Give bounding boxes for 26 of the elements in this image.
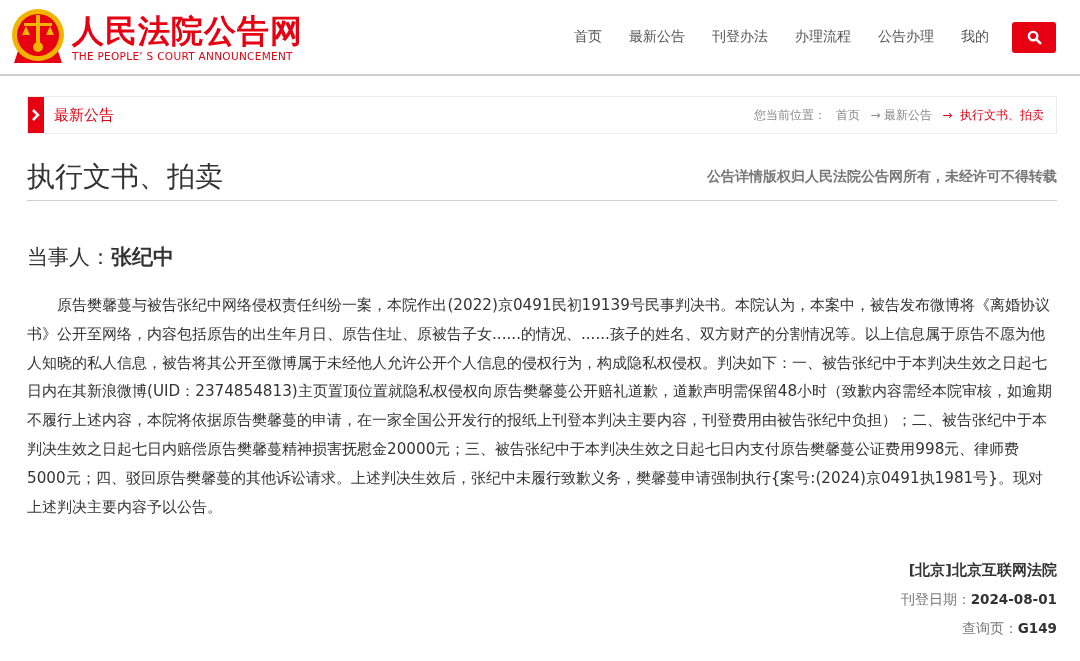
nav-link[interactable]: 首页 xyxy=(574,28,602,46)
search-button[interactable] xyxy=(1012,21,1056,53)
party-name: 张纪中 xyxy=(111,244,174,271)
court-name: [北京]北京互联网法院 xyxy=(908,561,1057,581)
notice-body: 原告樊馨蔓与被告张纪中网络侵权责任纠纷一案，本院作出(2022)京0491民初19139号民事判决书。本院认为，本案中，被告发布微博将《离婚协议书》公开至网络，内容包括原告的出生年月日、原告住址、原被告子女......的情况、......孩子的姓名、双方财产的分割情况等。以上信息属于原告不愿为他人知晓的私人信息，被告将其公开至微博属于未经他人允许公开个人信息的侵权行为，构成隐私权侵权。判决如下：一、被告张纪中于本判决生效之日起七日内在其新浪微博(UID：2374854813)主页置顶位置就隐私权侵权向原告樊馨蔓公开赔礼道歉，道歉声明需保留48小时（致歉内容需经本院审核，如逾期不履行上述内容，本院将依据原告樊馨蔓的申请，在一家全国公开发行的报纸上刊登本判决主要内容，刊登费用由被告张纪中负担）；二、被告张纪中于本判决生效之日起七日内赔偿原告樊馨蔓精神损害抚慰金20000元；三、被告张纪中于本判决生效之日起七日内支付原告樊馨蔓公证费用998元、律师费5000元；四、驳回原告樊馨蔓的其他诉讼请求。上述判决生效后，张纪中未履行致歉义务，樊馨蔓申请强制执行{案号:(2024)京0491执1981号}。现对上述判决主要内容予以公告。 xyxy=(27,295,1054,518)
nav-link[interactable]: 公告办理 xyxy=(878,28,934,46)
site-subtitle: THE PEOPLE’ S COURT ANNOUNCEMENT xyxy=(72,50,294,62)
copyright-notice: 公告详情版权归人民法院公告网所有，未经许可不得转载 xyxy=(707,168,1057,186)
location-label: 您当前位置： xyxy=(754,106,827,124)
meta-value: 2024-08-01 xyxy=(970,591,1057,610)
chevron-icon xyxy=(28,97,44,133)
breadcrumb-link[interactable]: 首页 xyxy=(836,106,861,124)
breadcrumb-link[interactable]: → 执行文书、拍卖 xyxy=(942,106,1044,124)
party-label: 当事人： xyxy=(27,244,111,271)
breadcrumb-link[interactable]: → 最新公告 xyxy=(870,106,933,124)
meta-label: 查询页： xyxy=(961,620,1018,639)
meta-label: 刊登日期： xyxy=(900,591,971,610)
meta-value: G149 xyxy=(1017,620,1057,639)
search-icon xyxy=(1026,29,1042,45)
nav-link[interactable]: 我的 xyxy=(961,28,989,46)
nav-link[interactable]: 办理流程 xyxy=(795,28,851,46)
nav-link[interactable]: 最新公告 xyxy=(629,28,685,46)
notice-category: 执行文书、拍卖 xyxy=(27,159,223,195)
nav-link[interactable]: 刊登办法 xyxy=(712,28,768,46)
section-title: 最新公告 xyxy=(54,105,114,125)
site-name: 人民法院公告网 xyxy=(72,12,303,50)
